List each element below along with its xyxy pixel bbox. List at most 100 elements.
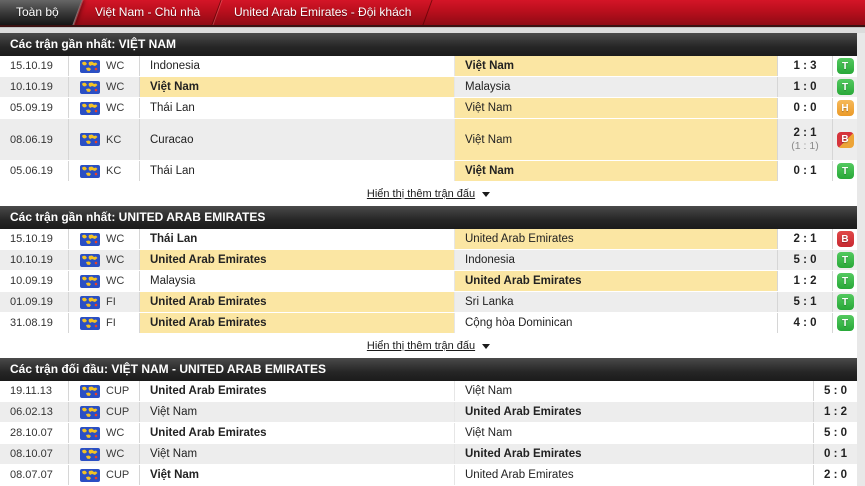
match-date: 05.06.19: [0, 161, 69, 181]
result-badge: T: [836, 315, 854, 331]
match-row[interactable]: 10.10.19 WC United Arab Emirates Indones…: [0, 250, 857, 271]
score: 2 : 1: [793, 127, 817, 139]
match-row[interactable]: 31.08.19 FI United Arab Emirates Cộng hò…: [0, 313, 857, 334]
match-row[interactable]: 19.11.13 CUP United Arab Emirates Việt N…: [0, 381, 857, 402]
competition-cell: WC: [69, 250, 140, 270]
section-rows: 15.10.19 WC Indonesia Việt Nam 1 : 3 T 1…: [0, 56, 857, 182]
tab-home-team-label: Việt Nam - Chủ nhà: [94, 5, 200, 19]
world-map-icon: [80, 59, 100, 73]
away-team: Việt Nam: [465, 385, 513, 397]
section-rows: 19.11.13 CUP United Arab Emirates Việt N…: [0, 381, 857, 486]
competition-cell: WC: [69, 444, 140, 464]
away-team: Việt Nam: [455, 161, 777, 181]
home-team: Việt Nam: [140, 444, 455, 464]
section-title: Các trận gần nhất: UNITED ARAB EMIRATES: [0, 206, 857, 229]
world-map-icon: [80, 468, 100, 482]
match-date: 08.07.07: [0, 465, 69, 485]
competition-cell: FI: [69, 313, 140, 333]
match-date: 05.09.19: [0, 98, 69, 118]
score: 0 : 0: [793, 102, 817, 114]
match-row[interactable]: 10.10.19 WC Việt Nam Malaysia 1 : 0 T: [0, 77, 857, 98]
tab-home-team[interactable]: Việt Nam - Chủ nhà: [73, 0, 222, 25]
result-cell: T: [832, 271, 857, 291]
world-map-icon: [80, 384, 100, 398]
match-row[interactable]: 28.10.07 WC United Arab Emirates Việt Na…: [0, 423, 857, 444]
match-row[interactable]: 10.09.19 WC Malaysia United Arab Emirate…: [0, 271, 857, 292]
competition-code: WC: [106, 233, 125, 245]
result-badge: T: [836, 294, 854, 310]
score-cell: 1 : 2: [813, 402, 857, 422]
score-halftime: (1 : 1): [791, 140, 819, 152]
chevron-down-icon[interactable]: [482, 191, 491, 197]
show-more-link[interactable]: Hiển thị thêm trận đấu: [367, 188, 475, 200]
world-map-icon: [80, 316, 100, 330]
score-cell: 0 : 1: [813, 444, 857, 464]
result-cell: H: [832, 98, 857, 118]
home-team: United Arab Emirates: [140, 250, 455, 270]
away-team: United Arab Emirates: [465, 469, 574, 481]
tab-all-label: Toàn bộ: [16, 5, 59, 19]
away-team: United Arab Emirates: [455, 229, 777, 249]
competition-code: KC: [106, 133, 122, 146]
section-title: Các trận đối đầu: VIỆT NAM - UNITED ARAB…: [0, 358, 857, 381]
home-team: Thái Lan: [140, 161, 455, 181]
home-team: Malaysia: [140, 271, 455, 291]
world-map-icon: [80, 232, 100, 246]
competition-cell: KC: [69, 161, 140, 181]
match-row[interactable]: 08.10.07 WC Việt Nam United Arab Emirate…: [0, 444, 857, 465]
match-date: 08.10.07: [0, 444, 69, 464]
competition-code: WC: [106, 427, 125, 439]
world-map-icon: [80, 426, 100, 440]
score-cell: 1 : 3: [777, 56, 832, 76]
result-badge: T: [836, 273, 854, 289]
competition-cell: KC: [69, 119, 140, 160]
chevron-down-icon[interactable]: [482, 343, 491, 349]
home-team: United Arab Emirates: [140, 313, 455, 333]
result-badge: B: [836, 131, 854, 148]
match-row[interactable]: 08.07.07 CUP Việt Nam United Arab Emirat…: [0, 465, 857, 486]
match-date: 01.09.19: [0, 292, 69, 312]
world-map-icon: [80, 80, 100, 94]
home-team: United Arab Emirates: [140, 381, 455, 401]
score: 1 : 2: [793, 275, 817, 287]
result-badge: T: [836, 163, 854, 179]
home-team: Thái Lan: [140, 98, 455, 118]
world-map-icon: [80, 133, 100, 146]
away-team: Việt Nam: [455, 98, 777, 118]
result-cell: T: [832, 161, 857, 181]
world-map-icon: [80, 447, 100, 461]
result-badge: T: [836, 58, 854, 74]
result-cell: T: [832, 56, 857, 76]
home-team: Việt Nam: [140, 465, 455, 485]
match-row[interactable]: 05.09.19 WC Thái Lan Việt Nam 0 : 0 H: [0, 98, 857, 119]
match-row[interactable]: 01.09.19 FI United Arab Emirates Sri Lan…: [0, 292, 857, 313]
section-rows: 15.10.19 WC Thái Lan United Arab Emirate…: [0, 229, 857, 334]
match-row[interactable]: 08.06.19 KC Curacao Việt Nam 2 : 1 (1 : …: [0, 119, 857, 161]
tab-away-team[interactable]: United Arab Emirates - Đội khách: [212, 0, 433, 25]
world-map-icon: [80, 164, 100, 178]
away-team: Cộng hòa Dominican: [465, 317, 573, 329]
home-team: United Arab Emirates: [140, 423, 455, 443]
show-more-link[interactable]: Hiển thị thêm trận đấu: [367, 340, 475, 352]
score: 1 : 3: [793, 60, 817, 72]
match-row[interactable]: 06.02.13 CUP Việt Nam United Arab Emirat…: [0, 402, 857, 423]
competition-cell: CUP: [69, 465, 140, 485]
match-row[interactable]: 15.10.19 WC Thái Lan United Arab Emirate…: [0, 229, 857, 250]
top-tab-bar: Toàn bộ Việt Nam - Chủ nhà United Arab E…: [0, 0, 865, 27]
competition-cell: WC: [69, 56, 140, 76]
match-row[interactable]: 05.06.19 KC Thái Lan Việt Nam 0 : 1 T: [0, 161, 857, 182]
competition-cell: WC: [69, 423, 140, 443]
result-cell: T: [832, 292, 857, 312]
score: 1 : 2: [823, 406, 847, 418]
away-team: Indonesia: [465, 254, 515, 266]
competition-code: WC: [106, 81, 125, 93]
competition-cell: FI: [69, 292, 140, 312]
tab-all[interactable]: Toàn bộ: [0, 0, 83, 25]
score: 0 : 1: [823, 448, 847, 460]
away-team: United Arab Emirates: [455, 271, 777, 291]
score-cell: 1 : 2: [777, 271, 832, 291]
tab-away-team-label: United Arab Emirates - Đội khách: [233, 5, 412, 19]
score: 0 : 1: [793, 165, 817, 177]
match-row[interactable]: 15.10.19 WC Indonesia Việt Nam 1 : 3 T: [0, 56, 857, 77]
match-date: 10.10.19: [0, 77, 69, 97]
